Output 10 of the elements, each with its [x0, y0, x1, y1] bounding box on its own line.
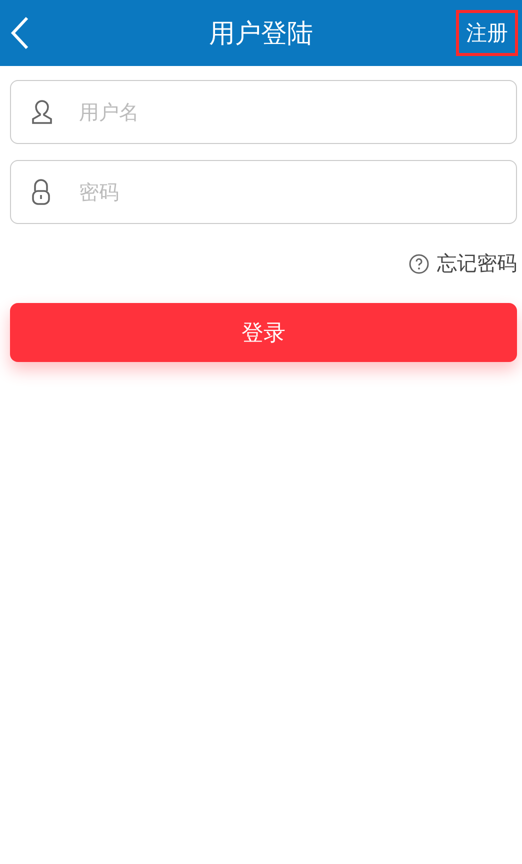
page-title: 用户登陆 — [209, 18, 313, 50]
forgot-password-link[interactable]: 忘记密码 — [409, 250, 517, 277]
input-field[interactable]: 用户名 — [10, 80, 517, 144]
user-icon — [30, 99, 54, 125]
input-field[interactable]: 密码 — [10, 160, 517, 224]
back-icon[interactable] — [10, 16, 30, 50]
help-icon — [409, 254, 429, 274]
register-button[interactable]: 注册 — [456, 10, 518, 56]
lock-icon — [30, 178, 52, 206]
login-button[interactable]: 登录 — [10, 303, 517, 362]
